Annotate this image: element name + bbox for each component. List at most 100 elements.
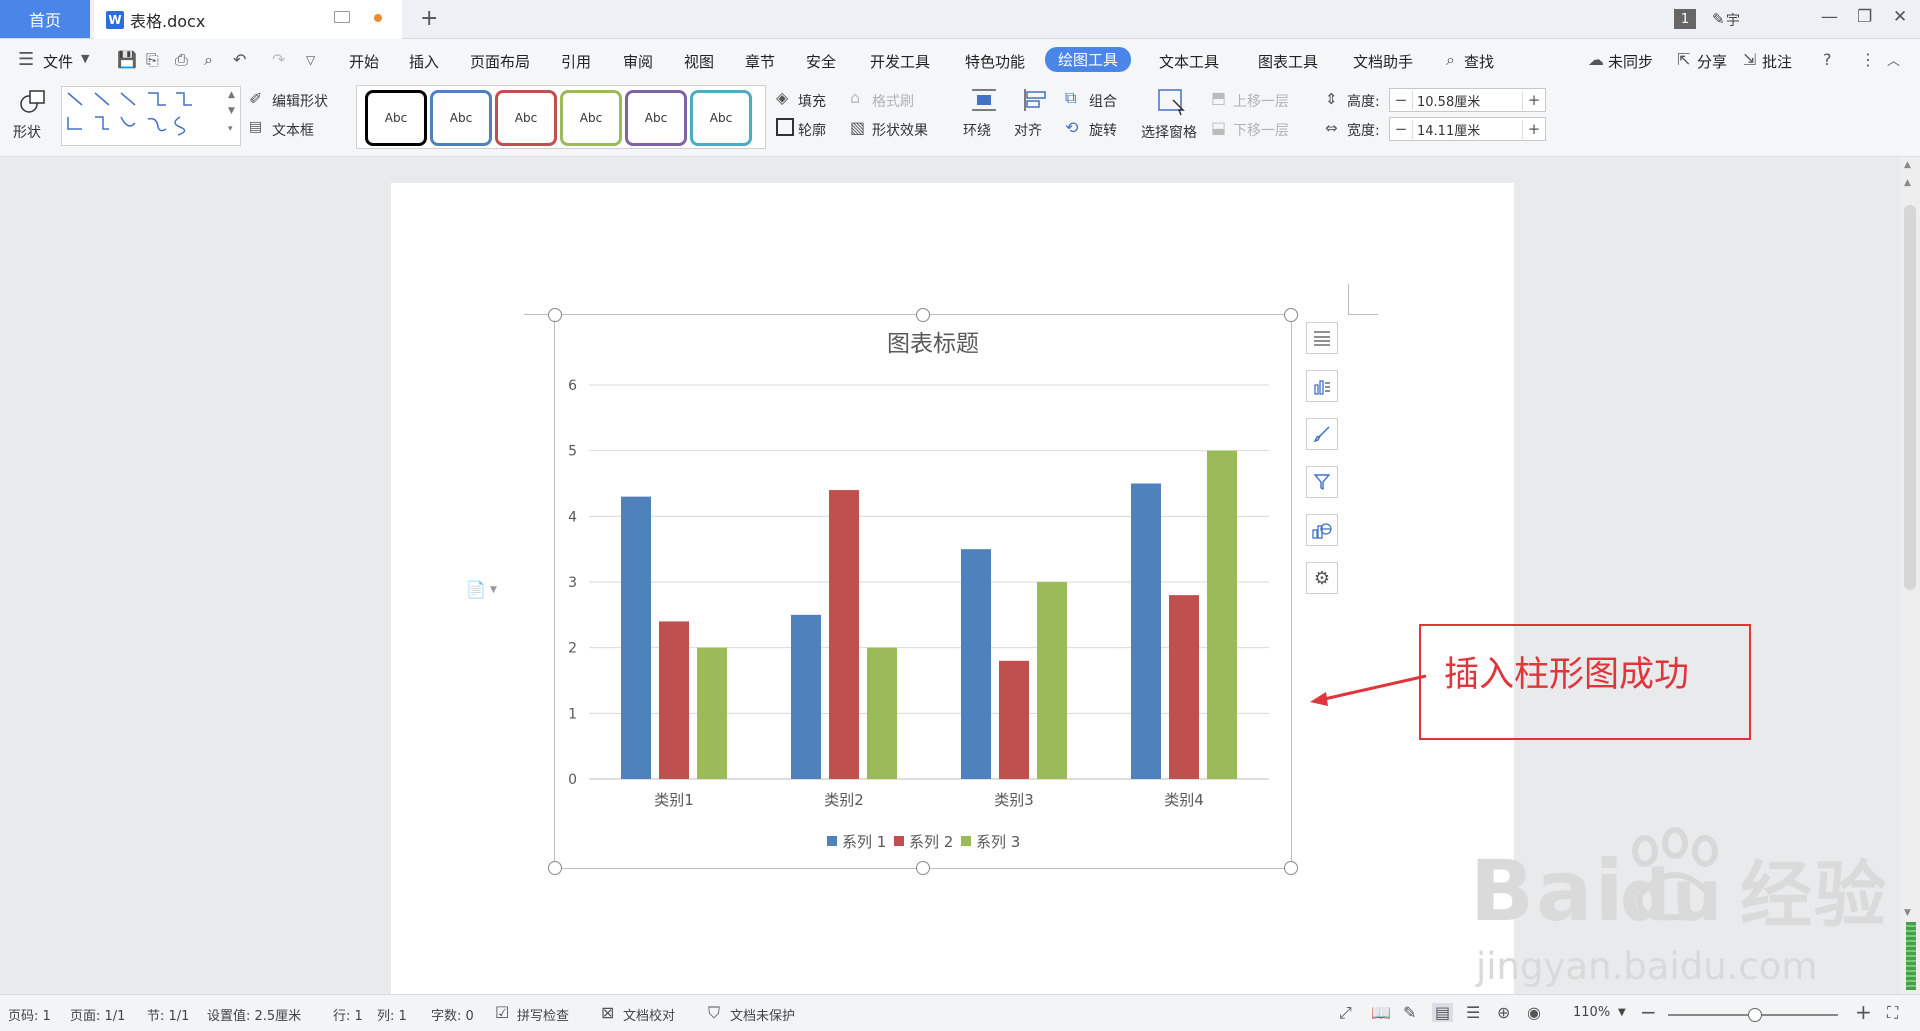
menu-item-view[interactable]: 视图 <box>684 51 714 72</box>
group-button[interactable]: 组合 <box>1089 91 1117 111</box>
print-icon[interactable]: ⎙ <box>175 50 188 70</box>
chart-object[interactable]: 图表标题 0 1 2 3 4 5 6 类别1 类别2 类别3 类别4 系列 1 系列 2 系列 3 <box>554 314 1292 869</box>
status-pages[interactable]: 页面: 1/1 <box>70 1005 125 1024</box>
bring-forward-button[interactable]: 上移一层 <box>1233 91 1289 111</box>
gallery-scroll-down-icon[interactable]: ▼ <box>228 106 235 116</box>
width-value[interactable]: 14.11厘米 <box>1412 119 1523 139</box>
outline-view-icon[interactable]: ☰ <box>1466 1003 1480 1022</box>
comment-button[interactable]: 批注 <box>1762 51 1792 72</box>
status-setting[interactable]: 设置值: 2.5厘米 <box>207 1005 301 1024</box>
edit-shape-button[interactable]: 编辑形状 <box>272 91 328 111</box>
status-page-number[interactable]: 页码: 1 <box>8 1005 51 1024</box>
menu-item-chapter[interactable]: 章节 <box>745 51 775 72</box>
read-mode-icon[interactable]: 📖 <box>1371 1003 1391 1022</box>
resize-handle-top-right[interactable] <box>1284 308 1298 322</box>
status-row[interactable]: 行: 1 <box>333 1005 363 1024</box>
chart-online-button[interactable] <box>1306 514 1338 546</box>
monitor-icon[interactable] <box>334 11 350 23</box>
select-pane-button[interactable]: 选择窗格 <box>1141 122 1197 142</box>
proofread-button[interactable]: 文档校对 <box>623 1005 675 1024</box>
menu-item-chart-tools[interactable]: 图表工具 <box>1258 51 1318 72</box>
new-tab-button[interactable]: + <box>420 6 438 31</box>
height-decrease-button[interactable]: − <box>1390 91 1412 109</box>
width-decrease-button[interactable]: − <box>1390 120 1412 138</box>
tab-home[interactable]: 首页 <box>0 0 90 38</box>
height-value[interactable]: 10.58厘米 <box>1412 90 1523 110</box>
fit-window-icon[interactable]: ⛶ <box>1887 1003 1898 1023</box>
sync-button[interactable]: 未同步 <box>1608 51 1653 72</box>
fill-button[interactable]: 填充 <box>798 91 826 111</box>
style-green[interactable]: Abc <box>560 90 622 146</box>
eye-protection-icon[interactable]: ◉ <box>1527 1003 1541 1022</box>
export-icon[interactable]: ⎘ <box>146 50 159 70</box>
undo-icon[interactable]: ↶ <box>233 50 246 69</box>
tab-document[interactable]: W 表格.docx <box>94 0 402 39</box>
edit-mode-icon[interactable]: ✎ <box>1403 1003 1416 1022</box>
menu-item-insert[interactable]: 插入 <box>409 51 439 72</box>
menu-item-developer[interactable]: 开发工具 <box>870 51 930 72</box>
minimize-button[interactable]: — <box>1821 7 1838 27</box>
chart-settings-button[interactable]: ⚙ <box>1306 562 1338 594</box>
status-word-count[interactable]: 字数: 0 <box>431 1005 474 1024</box>
window-count-badge[interactable]: 1 <box>1674 9 1696 29</box>
print-preview-icon[interactable]: ⌕ <box>204 50 213 70</box>
menu-item-layout[interactable]: 页面布局 <box>470 51 530 72</box>
more-icon[interactable]: ⋮ <box>1860 50 1876 69</box>
height-increase-button[interactable]: + <box>1523 91 1545 109</box>
user-name[interactable]: 宇 <box>1726 10 1740 30</box>
outline-button[interactable]: 轮廓 <box>798 120 826 140</box>
send-backward-button[interactable]: 下移一层 <box>1233 120 1289 140</box>
resize-handle-bottom-left[interactable] <box>548 861 562 875</box>
chart-elements-button[interactable] <box>1306 322 1338 354</box>
menu-item-doc-assistant[interactable]: 文档助手 <box>1353 51 1413 72</box>
chevron-down-icon[interactable]: ▼ <box>490 585 497 595</box>
search-button[interactable]: 查找 <box>1464 51 1494 72</box>
textbox-button[interactable]: 文本框 <box>272 120 314 140</box>
zoom-out-button[interactable]: − <box>1640 1000 1657 1024</box>
style-black[interactable]: Abc <box>365 90 427 146</box>
chevron-down-icon[interactable]: ▼ <box>1618 1007 1626 1018</box>
menu-item-review[interactable]: 审阅 <box>623 51 653 72</box>
menu-item-drawing-tools[interactable]: 绘图工具 <box>1045 47 1132 72</box>
height-stepper[interactable]: − 10.58厘米 + <box>1389 88 1546 112</box>
menu-item-features[interactable]: 特色功能 <box>965 51 1025 72</box>
chart-style-button[interactable] <box>1306 370 1338 402</box>
style-blue[interactable]: Abc <box>430 90 492 146</box>
resize-handle-top-left[interactable] <box>548 308 562 322</box>
redo-icon[interactable]: ↷ <box>272 50 285 69</box>
style-purple[interactable]: Abc <box>625 90 687 146</box>
gallery-scroll-up-icon[interactable]: ▲ <box>228 90 235 100</box>
shape-button[interactable]: 形状 <box>13 122 41 142</box>
resize-handle-bottom-right[interactable] <box>1284 861 1298 875</box>
wrap-button[interactable]: 环绕 <box>963 120 991 140</box>
shape-effect-button[interactable]: 形状效果 <box>872 120 928 140</box>
zoom-level[interactable]: 110% <box>1573 1005 1610 1020</box>
spell-check-button[interactable]: 拼写检查 <box>517 1005 569 1024</box>
style-red[interactable]: Abc <box>495 90 557 146</box>
bar-chart[interactable]: 图表标题 0 1 2 3 4 5 6 类别1 类别2 类别3 类别4 系列 1 系列 2 系列 3 <box>555 315 1291 868</box>
protection-status[interactable]: 文档未保护 <box>730 1005 795 1024</box>
zoom-slider-knob[interactable] <box>1748 1008 1762 1022</box>
chart-filter-button[interactable] <box>1306 466 1338 498</box>
vertical-scrollbar-thumb[interactable] <box>1904 205 1916 590</box>
fullscreen-icon[interactable]: ⤢ <box>1339 1003 1352 1023</box>
resize-handle-bottom[interactable] <box>916 861 930 875</box>
menu-item-security[interactable]: 安全 <box>806 51 836 72</box>
rotate-button[interactable]: 旋转 <box>1089 120 1117 140</box>
chart-format-button[interactable] <box>1306 418 1338 450</box>
width-increase-button[interactable]: + <box>1523 120 1545 138</box>
scroll-up-icon[interactable]: ▲ <box>1904 178 1911 188</box>
menu-item-references[interactable]: 引用 <box>561 51 591 72</box>
status-section[interactable]: 节: 1/1 <box>147 1005 189 1024</box>
close-window-button[interactable]: ✕ <box>1893 7 1907 27</box>
menu-item-text-tools[interactable]: 文本工具 <box>1159 51 1219 72</box>
file-menu[interactable]: 文件 <box>43 51 73 72</box>
web-view-icon[interactable]: ⊕ <box>1497 1003 1510 1022</box>
zoom-in-button[interactable]: + <box>1855 1000 1872 1024</box>
maximize-button[interactable]: ❐ <box>1857 7 1872 27</box>
status-column[interactable]: 列: 1 <box>377 1005 407 1024</box>
shape-icon[interactable] <box>18 88 48 114</box>
paste-options-icon[interactable]: 📄 <box>466 580 486 599</box>
menu-item-start[interactable]: 开始 <box>349 51 379 72</box>
style-teal[interactable]: Abc <box>690 90 752 146</box>
